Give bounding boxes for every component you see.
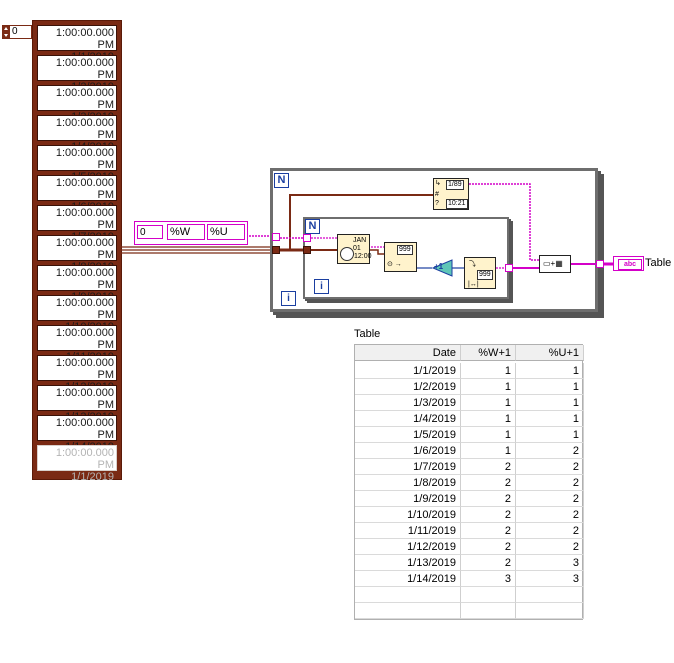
table-cell[interactable]: 2 <box>516 443 584 459</box>
table-row: 1/11/2019 2 2 <box>355 523 584 539</box>
table-row: 1/5/2019 1 1 <box>355 427 584 443</box>
table-header-cell[interactable]: %U+1 <box>516 345 584 361</box>
format-node-ports-icon: ↳ <box>435 180 441 187</box>
table-cell[interactable]: 1 <box>516 427 584 443</box>
table-cell[interactable]: 1 <box>461 379 516 395</box>
table-row: 1/14/2019 3 3 <box>355 571 584 587</box>
table-cell[interactable]: 2 <box>516 507 584 523</box>
table-indicator-terminal[interactable]: abc <box>613 256 644 271</box>
scan-arrow-icon: ⤵ <box>469 261 476 268</box>
format-date-string-node[interactable]: ↳ # ? 1/89 10:21 <box>433 178 469 210</box>
indicator-type-text: abc <box>618 259 642 270</box>
build-table-node[interactable]: ▭+▦ <box>539 255 571 273</box>
timestamp-input-tunnel[interactable] <box>272 246 280 254</box>
table-cell[interactable] <box>461 603 516 619</box>
format-value-node[interactable]: 999 ⊙ → <box>384 242 417 272</box>
date-node-time: 12:00 <box>354 253 372 260</box>
inner-output-tunnel[interactable] <box>505 264 513 272</box>
table-cell[interactable]: 2 <box>461 475 516 491</box>
table-cell[interactable]: 1 <box>516 363 584 379</box>
table-cell[interactable]: 1 <box>461 427 516 443</box>
table-cell[interactable]: 2 <box>516 459 584 475</box>
table-cell[interactable]: 2 <box>461 459 516 475</box>
table-cell[interactable]: 2 <box>516 539 584 555</box>
table-cell[interactable] <box>461 587 516 603</box>
table-cell[interactable]: 3 <box>516 555 584 571</box>
table-cell[interactable]: 1 <box>461 411 516 427</box>
table-cell[interactable] <box>516 603 584 619</box>
table-cell[interactable]: 2 <box>461 555 516 571</box>
table-row: 1/1/2019 1 1 <box>355 363 584 379</box>
table-row: 1/9/2019 2 2 <box>355 491 584 507</box>
table-row <box>355 603 584 619</box>
table-cell[interactable]: 1 <box>461 395 516 411</box>
number-node-text: 999 <box>397 245 413 255</box>
table-header-cell[interactable]: Date <box>355 345 461 361</box>
table-cell[interactable]: 2 <box>516 523 584 539</box>
table-cell[interactable]: 2 <box>461 539 516 555</box>
format-node-question-icon: ? <box>435 200 439 207</box>
table-label: Table <box>354 328 381 340</box>
table-cell[interactable]: 3 <box>461 571 516 587</box>
table-cell[interactable]: 2 <box>461 507 516 523</box>
table-row: 1/6/2019 1 2 <box>355 443 584 459</box>
table-cell[interactable]: 1/13/2019 <box>355 555 461 571</box>
table-cell[interactable]: 1 <box>516 395 584 411</box>
table-row: 1/7/2019 2 2 <box>355 459 584 475</box>
table-row: 1/12/2019 2 2 <box>355 539 584 555</box>
date-node-text: JAN 01 <box>353 237 367 252</box>
table-header-cell[interactable]: %W+1 <box>461 345 516 361</box>
scan-node-text: 999 <box>477 270 493 280</box>
table-cell[interactable] <box>355 603 461 619</box>
table-cell[interactable]: 1/6/2019 <box>355 443 461 459</box>
inner-timestamp-tunnel[interactable] <box>303 246 311 254</box>
table-cell[interactable]: 1/1/2019 <box>355 363 461 379</box>
table-cell[interactable]: 2 <box>516 491 584 507</box>
table-cell[interactable]: 2 <box>516 475 584 491</box>
table-row: 1/13/2019 2 3 <box>355 555 584 571</box>
table-row: 1/3/2019 1 1 <box>355 395 584 411</box>
table-row: 1/2/2019 1 1 <box>355 379 584 395</box>
format-node-time-text: 10:21 <box>446 199 468 209</box>
table-cell[interactable]: 2 <box>461 523 516 539</box>
table-cell[interactable]: 2 <box>461 491 516 507</box>
table-cell[interactable]: 1/7/2019 <box>355 459 461 475</box>
outer-output-tunnel[interactable] <box>596 260 604 268</box>
table-cell[interactable] <box>355 587 461 603</box>
table-cell[interactable]: 1 <box>516 379 584 395</box>
increment-label: +1 <box>434 262 444 271</box>
format-node-date-text: 1/89 <box>446 180 464 190</box>
table-cell[interactable]: 1/10/2019 <box>355 507 461 523</box>
format-node-hash-icon: # <box>435 191 439 198</box>
table-cell[interactable]: 1/2/2019 <box>355 379 461 395</box>
table-cell[interactable]: 1 <box>461 363 516 379</box>
format-node-arrow-icon: ⊙ → <box>387 261 402 268</box>
table-header-row: Date %W+1 %U+1 <box>355 345 584 361</box>
table-cell[interactable]: 3 <box>516 571 584 587</box>
scan-width-icon: |↔| <box>468 281 479 288</box>
table-cell[interactable] <box>516 587 584 603</box>
table-cell[interactable]: 1/5/2019 <box>355 427 461 443</box>
table-cell[interactable]: 1/11/2019 <box>355 523 461 539</box>
table-cell[interactable]: 1 <box>461 443 516 459</box>
table-row: 1/10/2019 2 2 <box>355 507 584 523</box>
table-row <box>355 587 584 603</box>
build-array-icon: ▭+▦ <box>543 259 563 268</box>
format-array-input-tunnel[interactable] <box>272 233 280 241</box>
indicator-label: Table <box>645 257 672 269</box>
table-control[interactable]: Date %W+1 %U+1 1/1/2019 1 1 1/2/2019 1 1 1/3/2019… <box>354 344 584 620</box>
table-row: 1/4/2019 1 1 <box>355 411 584 427</box>
clock-icon <box>340 247 354 261</box>
inner-format-tunnel[interactable] <box>303 234 311 242</box>
table-cell[interactable]: 1/9/2019 <box>355 491 461 507</box>
table-cell[interactable]: 1 <box>516 411 584 427</box>
table-cell[interactable]: 1/8/2019 <box>355 475 461 491</box>
table-cell[interactable]: 1/14/2019 <box>355 571 461 587</box>
scan-from-string-node[interactable]: ⤵ 999 |↔| <box>464 257 496 289</box>
table-cell[interactable]: 1/3/2019 <box>355 395 461 411</box>
table-cell[interactable]: 1/12/2019 <box>355 539 461 555</box>
seconds-to-date-node[interactable]: JAN 01 12:00 <box>337 234 372 264</box>
table-row: 1/8/2019 2 2 <box>355 475 584 491</box>
table-cell[interactable]: 1/4/2019 <box>355 411 461 427</box>
